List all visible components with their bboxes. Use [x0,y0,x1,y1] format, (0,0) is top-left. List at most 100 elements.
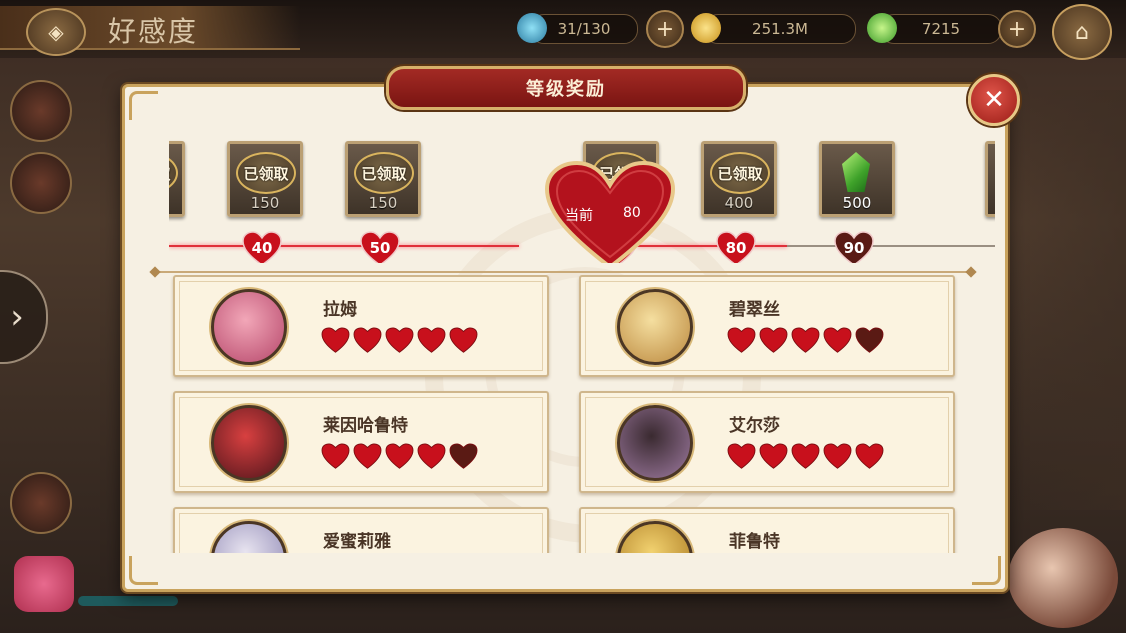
level-reward-modal: 已领取10030已领取15040已领取15050已领取30070已领取40080… [122,84,1008,592]
stamina-value: 31/130 [557,20,611,38]
reward-amount: 500 [842,194,872,212]
close-button[interactable]: ✕ [968,74,1020,126]
level-number: 50 [369,239,391,257]
close-icon: ✕ [983,85,1005,115]
heart-icon [449,327,478,353]
reward-amount: 150 [368,194,398,212]
affection-hearts [321,443,478,470]
heart-icon [823,327,852,353]
heart-icon [385,443,414,469]
affection-hearts [727,443,884,470]
home-icon: ⌂ [1075,19,1089,45]
plus-icon: + [1007,16,1027,42]
character-name: 菲鲁特 [729,532,780,552]
heart-icon [727,443,756,469]
current-level-value: 80 [623,205,641,221]
character-name: 爱蜜莉雅 [323,532,391,552]
background-title: 好感度 [108,15,199,48]
background-character-portrait [1008,528,1118,628]
gold-counter: 251.3M [691,13,856,44]
reward-amount: 400 [724,194,754,212]
character-card[interactable]: 艾尔莎 [579,391,955,493]
affection-hearts [321,327,478,354]
reward-box-level-40[interactable]: 已领取 150 [227,141,303,217]
background-progress-bar [78,596,178,606]
affection-heart-badge[interactable] [14,556,74,612]
reward-box-level-30[interactable]: 已领取100 [169,141,185,217]
heart-icon [823,443,852,469]
heart-icon [759,327,788,353]
frame-corner [129,556,158,585]
affection-hearts [727,327,884,354]
plus-icon: + [655,16,675,42]
heart-icon [353,327,382,353]
stamina-icon [517,13,547,43]
track-progress-line-left [169,245,519,247]
character-name: 碧翠丝 [729,300,780,320]
frame-corner [129,91,158,120]
character-avatar [211,405,287,481]
side-menu-button-1[interactable] [10,80,72,142]
add-gems-button[interactable]: + [998,10,1036,48]
back-button[interactable]: ◈ [26,8,86,56]
level-number: 40 [251,239,273,257]
heart-icon [321,327,350,353]
heart-icon [727,327,756,353]
heart-icon [855,443,884,469]
gem-value: 7215 [921,20,961,38]
level-heart-90: 90 [834,231,874,263]
reward-box-next[interactable] [985,141,995,217]
heart-icon [321,443,350,469]
heart-icon [759,443,788,469]
side-menu-button-3[interactable] [10,472,72,534]
character-avatar [617,289,693,365]
heart-icon [855,327,884,353]
big-heart-icon [544,161,676,263]
heart-icon [417,327,446,353]
level-heart-40: 40 [242,231,282,263]
level-heart-80: 80 [716,231,756,263]
reward-box-level-50[interactable]: 已领取 150 [345,141,421,217]
gold-coin-icon [691,13,721,43]
background-right-shade [1010,90,1126,510]
gold-value: 251.3M [752,20,808,38]
chevron-right-icon: › [10,297,24,337]
character-name: 拉姆 [323,300,357,320]
back-icon: ◈ [48,20,64,44]
heart-icon [791,443,820,469]
green-gem-icon [842,152,870,192]
character-card[interactable]: 莱因哈鲁特 [173,391,549,493]
reward-amount: 150 [250,194,280,212]
add-stamina-button[interactable]: + [646,10,684,48]
character-card[interactable]: 拉姆 [173,275,549,377]
reward-amount: 100 [169,194,182,212]
track-remaining-line [787,245,995,247]
reward-box-level-90[interactable]: 500 [819,141,895,217]
heart-icon [449,443,478,469]
current-level-label: 当前 [565,208,593,224]
level-number: 90 [843,239,865,257]
gem-counter: 7215 [867,13,1002,44]
modal-title: 等级奖励 [386,66,746,110]
character-name: 艾尔莎 [729,416,780,436]
character-avatar [211,289,287,365]
character-card[interactable]: 菲鲁特 [579,507,955,553]
expand-side-panel-button[interactable]: › [0,270,48,364]
character-card[interactable]: 碧翠丝 [579,275,955,377]
heart-icon [385,327,414,353]
character-card[interactable]: 爱蜜莉雅 [173,507,549,553]
character-list[interactable]: 拉姆 碧翠丝莱因哈鲁特 艾尔莎爱蜜莉雅 菲鲁特 [169,275,969,553]
side-menu-button-2[interactable] [10,152,72,214]
level-heart-50: 50 [360,231,400,263]
claimed-stamp: 已领取 [236,152,296,194]
reward-track[interactable]: 已领取10030已领取15040已领取15050已领取30070已领取40080… [169,137,995,263]
claimed-stamp: 已领取 [169,152,178,194]
current-level-heart: 当前 80 [543,161,677,263]
claimed-stamp: 已领取 [354,152,414,194]
green-gem-icon [867,13,897,43]
heart-icon [791,327,820,353]
reward-box-level-80[interactable]: 已领取 400 [701,141,777,217]
heart-icon [353,443,382,469]
home-button[interactable]: ⌂ [1052,4,1112,60]
character-name: 莱因哈鲁特 [323,416,408,436]
